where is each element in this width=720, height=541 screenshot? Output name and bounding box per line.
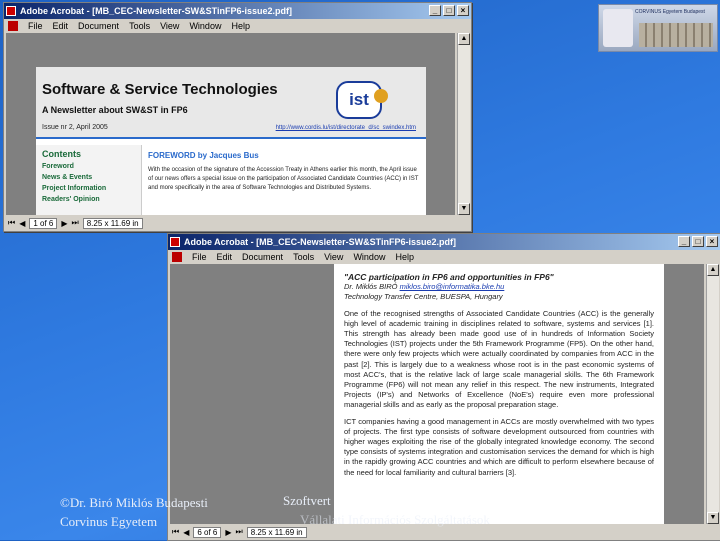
building-image xyxy=(639,23,713,47)
footer-author: ©Dr. Biró Miklós Budapesti Corvinus Egye… xyxy=(60,493,208,531)
acrobat-icon xyxy=(6,6,16,16)
article-author: Dr. Miklós BIRÓ xyxy=(344,282,398,292)
newsletter-header: Software & Service Technologies A Newsle… xyxy=(36,67,426,139)
contents-heading: Contents xyxy=(42,149,81,159)
ist-logo-icon: ist xyxy=(336,81,388,119)
vertical-scrollbar-2[interactable]: ▲ ▼ xyxy=(706,264,719,524)
menu-document[interactable]: Document xyxy=(78,21,119,31)
last-page-icon[interactable]: ⏭ xyxy=(236,527,243,537)
close-button[interactable]: × xyxy=(457,5,469,16)
newsletter-issue: Issue nr 2, April 2005 xyxy=(42,124,108,131)
menu-file[interactable]: File xyxy=(192,252,207,262)
foreword-text: With the occasion of the signature of th… xyxy=(148,167,419,191)
status-bar-1: ⏮ ◀ 1 of 6 ▶ ⏭ 8.25 x 11.69 in xyxy=(8,217,143,229)
newsletter-link[interactable]: http://www.cordis.lu/ist/directorate_d/s… xyxy=(276,125,416,131)
menu-document[interactable]: Document xyxy=(242,252,283,262)
footer-line-1: ©Dr. Biró Miklós Budapesti xyxy=(60,495,208,510)
prev-page-icon[interactable]: ◀ xyxy=(19,219,25,228)
crest-icon xyxy=(603,9,633,47)
menu-view[interactable]: View xyxy=(160,21,179,31)
minimize-button[interactable]: _ xyxy=(429,5,441,16)
scroll-up-button[interactable]: ▲ xyxy=(707,264,719,276)
close-button[interactable]: × xyxy=(706,236,718,247)
menu-help[interactable]: Help xyxy=(395,252,414,262)
next-page-icon[interactable]: ▶ xyxy=(225,528,231,537)
menu-edit[interactable]: Edit xyxy=(53,21,69,31)
page-size: 8.25 x 11.69 in xyxy=(246,526,307,538)
menu-file[interactable]: File xyxy=(28,21,43,31)
minimize-button[interactable]: _ xyxy=(678,236,690,247)
menu-tools[interactable]: Tools xyxy=(129,21,150,31)
contents-panel: Contents Foreword News & Events Project … xyxy=(36,145,142,215)
scroll-down-button[interactable]: ▼ xyxy=(707,512,719,524)
footer-course: Szoftvert xyxy=(283,493,331,508)
last-page-icon[interactable]: ⏭ xyxy=(72,218,79,228)
acrobat-window-2: Adobe Acrobat - [MB_CEC-Newsletter-SW&ST… xyxy=(167,233,720,541)
corvinus-logo-text: CORVINUS Egyetem Budapest xyxy=(635,9,705,15)
footer-line-2: Corvinus Egyetem xyxy=(60,514,158,529)
newsletter-page: Software & Service Technologies A Newsle… xyxy=(36,67,426,215)
author-email-link[interactable]: miklos.biro@informatika.bke.hu xyxy=(400,282,505,291)
next-page-icon[interactable]: ▶ xyxy=(61,219,67,228)
contents-item[interactable]: Foreword xyxy=(42,163,141,170)
menu-view[interactable]: View xyxy=(324,252,343,262)
menu-tools[interactable]: Tools xyxy=(293,252,314,262)
article-page: "ACC participation in FP6 and opportunit… xyxy=(334,264,664,524)
article-heading: "ACC participation in FP6 and opportunit… xyxy=(344,272,554,282)
footer-course-2: Vállalati Információs Szolgáltatások xyxy=(300,512,490,527)
menu-edit[interactable]: Edit xyxy=(217,252,233,262)
document-icon xyxy=(8,21,18,31)
scroll-down-button[interactable]: ▼ xyxy=(458,203,470,215)
maximize-button[interactable]: □ xyxy=(692,236,704,247)
window-2-menubar: File Edit Document Tools View Window Hel… xyxy=(168,250,720,264)
contents-item[interactable]: Readers' Opinion xyxy=(42,196,141,203)
window-1-title: Adobe Acrobat - [MB_CEC-Newsletter-SW&ST… xyxy=(20,6,293,16)
first-page-icon[interactable]: ⏮ xyxy=(8,218,15,228)
page-size: 8.25 x 11.69 in xyxy=(82,217,143,229)
article-author-line: Dr. Miklós BIRÓ miklos.biro@informatika.… xyxy=(344,282,654,292)
menu-window[interactable]: Window xyxy=(353,252,385,262)
contents-item[interactable]: News & Events xyxy=(42,174,141,181)
article-paragraph-2: ICT companies having a good management i… xyxy=(344,416,654,477)
window-1-titlebar[interactable]: Adobe Acrobat - [MB_CEC-Newsletter-SW&ST… xyxy=(4,3,471,19)
window-2-titlebar[interactable]: Adobe Acrobat - [MB_CEC-Newsletter-SW&ST… xyxy=(168,234,720,250)
vertical-scrollbar-1[interactable]: ▲ ▼ xyxy=(457,33,470,215)
acrobat-window-1: Adobe Acrobat - [MB_CEC-Newsletter-SW&ST… xyxy=(3,2,472,232)
menu-window[interactable]: Window xyxy=(189,21,221,31)
acrobat-icon xyxy=(170,237,180,247)
corvinus-logo: CORVINUS Egyetem Budapest xyxy=(598,4,718,52)
document-area-1[interactable]: Software & Service Technologies A Newsle… xyxy=(6,33,455,215)
scroll-up-button[interactable]: ▲ xyxy=(458,33,470,45)
document-area-2[interactable]: "ACC participation in FP6 and opportunit… xyxy=(170,264,704,524)
article-paragraph-1: One of the recognised strengths of Assoc… xyxy=(344,308,654,410)
window-2-title: Adobe Acrobat - [MB_CEC-Newsletter-SW&ST… xyxy=(184,237,457,247)
window-1-menubar: File Edit Document Tools View Window Hel… xyxy=(4,19,471,33)
newsletter-title: Software & Service Technologies xyxy=(42,81,278,98)
page-indicator[interactable]: 1 of 6 xyxy=(29,217,58,229)
article-org: Technology Transfer Centre, BUESPA, Hung… xyxy=(344,292,503,302)
foreword-heading: FOREWORD by Jacques Bus xyxy=(148,151,259,160)
contents-item[interactable]: Project Information xyxy=(42,185,141,192)
menu-help[interactable]: Help xyxy=(231,21,250,31)
newsletter-subtitle: A Newsletter about SW&ST in FP6 xyxy=(42,105,188,115)
document-icon xyxy=(172,252,182,262)
maximize-button[interactable]: □ xyxy=(443,5,455,16)
foreword-section: FOREWORD by Jacques Bus With the occasio… xyxy=(148,151,420,193)
